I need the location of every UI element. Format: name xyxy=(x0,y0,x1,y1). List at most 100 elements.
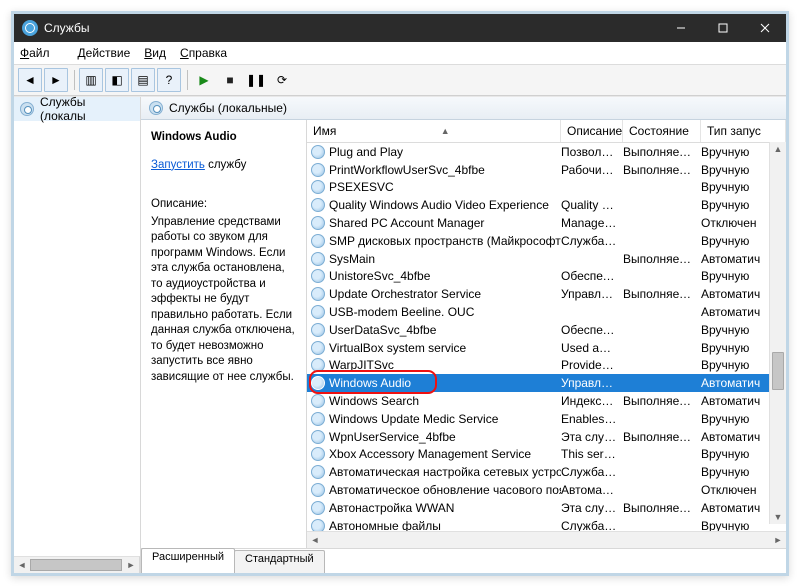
service-row[interactable]: UnistoreSvc_4bfbeОбеспечи...Вручную xyxy=(307,268,786,286)
service-icon xyxy=(311,287,325,301)
service-desc: Manages p... xyxy=(561,216,623,230)
service-state: Выполняется xyxy=(623,287,701,301)
pause-service-button[interactable]: ❚❚ xyxy=(244,68,268,92)
show-hide-tree-button[interactable]: ▥ xyxy=(79,68,103,92)
col-startup[interactable]: Тип запус xyxy=(701,120,786,142)
service-row[interactable]: Windows SearchИндексир...ВыполняетсяАвто… xyxy=(307,392,786,410)
stop-service-button[interactable]: ■ xyxy=(218,68,242,92)
separator-icon xyxy=(74,70,75,90)
service-row[interactable]: VirtualBox system serviceUsed as a ...Вр… xyxy=(307,339,786,357)
service-name: SysMain xyxy=(329,252,375,266)
export-list-button[interactable]: ▤ xyxy=(131,68,155,92)
service-icon xyxy=(311,358,325,372)
service-row[interactable]: Update Orchestrator Service Управляет...В… xyxy=(307,285,786,303)
properties-button[interactable]: ◧ xyxy=(105,68,129,92)
description-label: Описание: xyxy=(151,197,296,213)
service-row[interactable]: Автоматическое обновление часового пояса… xyxy=(307,481,786,499)
col-description[interactable]: Описание xyxy=(561,120,623,142)
service-desc: Enables re... xyxy=(561,412,623,426)
service-row[interactable]: Автоматическая настройка сетевых устройс… xyxy=(307,463,786,481)
service-row[interactable]: Xbox Accessory Management Service This se… xyxy=(307,446,786,464)
service-state: Выполняется xyxy=(623,394,701,408)
service-row[interactable]: UserDataSvc_4bfbeОбеспечи...Вручную xyxy=(307,321,786,339)
service-row[interactable]: WarpJITSvcProvides a ...Вручную xyxy=(307,357,786,375)
result-pane: Службы (локальные) Windows Audio Запусти… xyxy=(141,97,786,573)
service-name: Автономные файлы xyxy=(329,519,441,531)
service-icon xyxy=(311,465,325,479)
service-row[interactable]: USB-modem Beeline. OUCАвтоматич xyxy=(307,303,786,321)
service-icon xyxy=(311,341,325,355)
service-name: WarpJITSvc xyxy=(329,358,394,372)
col-name[interactable]: Имя▲ xyxy=(307,120,561,142)
service-name: Xbox Accessory Management Service xyxy=(329,447,531,461)
menu-help[interactable]: Справка xyxy=(180,46,227,60)
menubar: Файл Действие Вид Справка xyxy=(14,42,786,65)
console-tree: Службы (локалы ◄ ► xyxy=(14,97,141,573)
service-row[interactable]: PrintWorkflowUserSvc_4bfbeРабочий п...Вы… xyxy=(307,161,786,179)
service-row[interactable]: Автонастройка WWANЭта служб...Выполняетс… xyxy=(307,499,786,517)
scroll-up-icon[interactable]: ▲ xyxy=(770,142,786,156)
service-icon xyxy=(311,180,325,194)
maximize-button[interactable] xyxy=(702,14,744,42)
service-icon xyxy=(311,163,325,177)
service-name: Windows Update Medic Service xyxy=(329,412,498,426)
menu-file[interactable]: Файл xyxy=(20,46,64,60)
forward-button[interactable]: ► xyxy=(44,68,68,92)
service-row[interactable]: Windows Update Medic Service Enables re..… xyxy=(307,410,786,428)
service-row[interactable]: SysMainВыполняетсяАвтоматич xyxy=(307,250,786,268)
description-text: Управление средствами работы со звуком д… xyxy=(151,215,296,386)
service-desc: This servic... xyxy=(561,447,623,461)
service-row[interactable]: Автономные файлыСлужба ав...Вручную xyxy=(307,517,786,531)
service-name: Quality Windows Audio Video Experience xyxy=(329,198,549,212)
service-desc: Управляет... xyxy=(561,287,623,301)
service-name: Update Orchestrator Service xyxy=(329,287,481,301)
scroll-right-icon[interactable]: ► xyxy=(123,557,139,573)
tab-standard[interactable]: Стандартный xyxy=(234,550,325,573)
scroll-right-icon[interactable]: ► xyxy=(770,535,786,545)
tree-node-services[interactable]: Службы (локалы xyxy=(14,97,140,121)
vertical-scrollbar[interactable]: ▲ ▼ xyxy=(769,142,786,524)
service-name: PSEXESVC xyxy=(329,180,394,194)
start-service-link-row: Запустить службу xyxy=(151,158,296,174)
service-row[interactable]: Quality Windows Audio Video ExperienceQu… xyxy=(307,196,786,214)
service-row[interactable]: Shared PC Account ManagerManages p...Отк… xyxy=(307,214,786,232)
service-name: Автоматическое обновление часового пояса xyxy=(329,483,561,497)
start-service-button[interactable]: ▶ xyxy=(192,68,216,92)
service-row[interactable]: Windows AudioУправлен...Автоматич xyxy=(307,374,786,392)
scroll-thumb[interactable] xyxy=(772,352,784,390)
service-row[interactable]: SMP дисковых пространств (Майкрософт)Слу… xyxy=(307,232,786,250)
service-icon xyxy=(311,216,325,230)
start-service-link[interactable]: Запустить xyxy=(151,159,205,171)
service-name: UnistoreSvc_4bfbe xyxy=(329,269,430,283)
service-icon xyxy=(311,430,325,444)
scroll-left-icon[interactable]: ◄ xyxy=(14,557,30,573)
service-row[interactable]: Plug and PlayПозволяет...ВыполняетсяВруч… xyxy=(307,143,786,161)
service-name: WpnUserService_4bfbe xyxy=(329,430,456,444)
service-row[interactable]: PSEXESVCВручную xyxy=(307,179,786,197)
service-row[interactable]: WpnUserService_4bfbeЭта служб...Выполняе… xyxy=(307,428,786,446)
selected-service-name: Windows Audio xyxy=(151,130,296,146)
service-desc: Позволяет... xyxy=(561,145,623,159)
detail-panel: Windows Audio Запустить службу Описание:… xyxy=(141,120,307,548)
service-state: Выполняется xyxy=(623,163,701,177)
menu-view[interactable]: Вид xyxy=(144,46,166,60)
separator-icon xyxy=(187,70,188,90)
close-button[interactable] xyxy=(744,14,786,42)
col-state[interactable]: Состояние xyxy=(623,120,701,142)
minimize-button[interactable] xyxy=(660,14,702,42)
tree-hscroll[interactable]: ◄ ► xyxy=(14,556,140,573)
service-desc: Рабочий п... xyxy=(561,163,623,177)
help-button[interactable]: ? xyxy=(157,68,181,92)
service-name: Plug and Play xyxy=(329,145,403,159)
app-icon xyxy=(22,20,38,36)
service-state: Выполняется xyxy=(623,430,701,444)
menu-action[interactable]: Действие xyxy=(78,46,131,60)
horizontal-scrollbar[interactable]: ◄ ► xyxy=(307,531,786,548)
restart-service-button[interactable]: ⟳ xyxy=(270,68,294,92)
back-button[interactable]: ◄ xyxy=(18,68,42,92)
service-name: Shared PC Account Manager xyxy=(329,216,484,230)
scroll-left-icon[interactable]: ◄ xyxy=(307,535,323,545)
scroll-down-icon[interactable]: ▼ xyxy=(770,510,786,524)
service-desc: Управлен... xyxy=(561,376,623,390)
tab-extended[interactable]: Расширенный xyxy=(141,548,235,573)
